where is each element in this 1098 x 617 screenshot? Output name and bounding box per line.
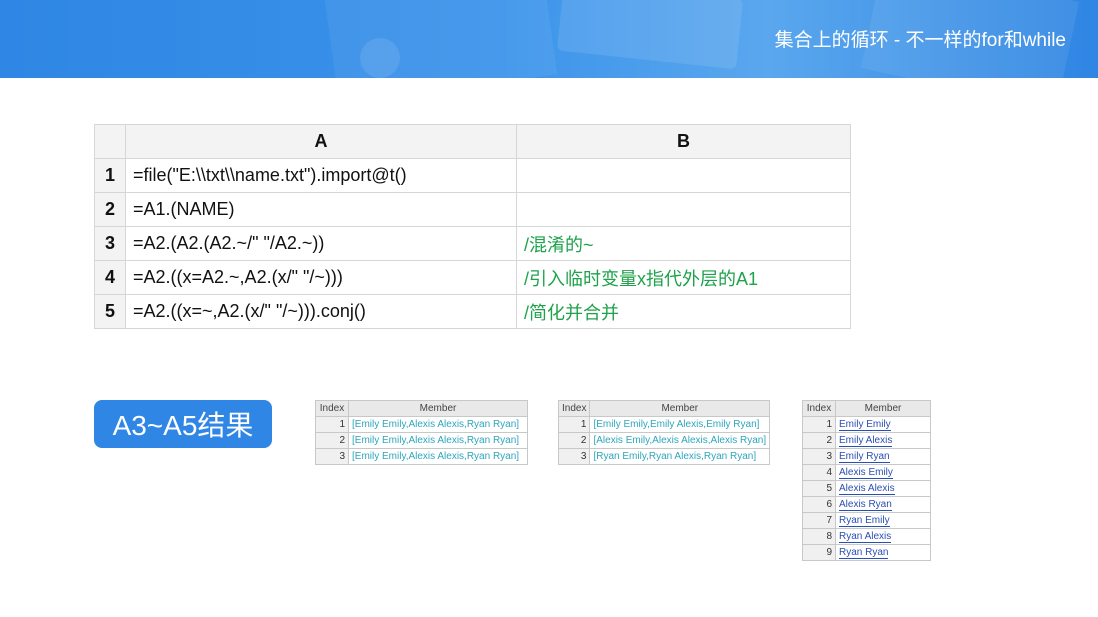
member-link[interactable]: Emily Alexis bbox=[839, 435, 893, 447]
member-link[interactable]: Ryan Ryan bbox=[839, 547, 889, 559]
index-cell: 1 bbox=[802, 416, 836, 433]
index-cell: 2 bbox=[802, 432, 836, 449]
member-link[interactable]: Ryan Alexis bbox=[839, 531, 892, 543]
member-link[interactable]: Emily Emily bbox=[839, 419, 891, 431]
table-row[interactable]: 2 [Emily Emily,Alexis Alexis,Ryan Ryan] bbox=[315, 432, 528, 449]
cell-a4[interactable]: =A2.((x=A2.~,A2.(x/" "/~))) bbox=[125, 260, 517, 295]
member-link[interactable]: Emily Ryan bbox=[839, 451, 890, 463]
table-row[interactable]: 7 Ryan Emily bbox=[802, 512, 931, 529]
cell-b5[interactable]: /简化并合并 bbox=[516, 294, 851, 329]
table-row[interactable]: 3 [Ryan Emily,Ryan Alexis,Ryan Ryan] bbox=[557, 448, 771, 465]
table-row[interactable]: 1 [Emily Emily,Alexis Alexis,Ryan Ryan] bbox=[315, 416, 528, 433]
grid-row: 4 =A2.((x=A2.~,A2.(x/" "/~))) /引入临时变量x指代… bbox=[94, 260, 851, 295]
index-header: Index bbox=[802, 400, 836, 417]
member-cell[interactable]: [Ryan Emily,Ryan Alexis,Ryan Ryan] bbox=[589, 448, 771, 465]
member-cell[interactable]: Ryan Emily bbox=[835, 512, 931, 529]
result-table-a5: Index Member 1 Emily Emily 2 Emily Alexi… bbox=[802, 400, 931, 561]
member-cell[interactable]: [Emily Emily,Alexis Alexis,Ryan Ryan] bbox=[348, 432, 528, 449]
table-row[interactable]: 2 [Alexis Emily,Alexis Alexis,Alexis Rya… bbox=[557, 432, 771, 449]
slide-title: 集合上的循环 - 不一样的for和while bbox=[774, 30, 1066, 51]
cell-b2[interactable] bbox=[516, 192, 851, 227]
banner-decoration bbox=[322, 0, 558, 78]
member-link[interactable]: Alexis Alexis bbox=[839, 483, 895, 495]
member-header: Member bbox=[589, 400, 771, 417]
member-link[interactable]: Ryan Emily bbox=[839, 515, 890, 527]
index-cell: 1 bbox=[557, 416, 591, 433]
table-row[interactable]: 2 Emily Alexis bbox=[802, 432, 931, 449]
table-row[interactable]: 3 [Emily Emily,Alexis Alexis,Ryan Ryan] bbox=[315, 448, 528, 465]
table-row[interactable]: 6 Alexis Ryan bbox=[802, 496, 931, 513]
banner-decoration bbox=[360, 38, 400, 78]
table-row[interactable]: 1 Emily Emily bbox=[802, 416, 931, 433]
table-row[interactable]: 8 Ryan Alexis bbox=[802, 528, 931, 545]
index-cell: 9 bbox=[802, 544, 836, 561]
cell-b1[interactable] bbox=[516, 158, 851, 193]
row-number[interactable]: 4 bbox=[94, 260, 126, 295]
result-table-a4: Index Member 1 [Emily Emily,Emily Alexis… bbox=[557, 400, 771, 465]
index-cell: 3 bbox=[802, 448, 836, 465]
member-link[interactable]: Alexis Ryan bbox=[839, 499, 892, 511]
member-link[interactable]: Alexis Emily bbox=[839, 467, 893, 479]
index-cell: 6 bbox=[802, 496, 836, 513]
table-row[interactable]: 3 Emily Ryan bbox=[802, 448, 931, 465]
member-cell[interactable]: Emily Ryan bbox=[835, 448, 931, 465]
member-header: Member bbox=[348, 400, 528, 417]
grid-row: 1 =file("E:\\txt\\name.txt").import@t() bbox=[94, 158, 851, 193]
cell-a2[interactable]: =A1.(NAME) bbox=[125, 192, 517, 227]
index-cell: 2 bbox=[315, 432, 349, 449]
table-row[interactable]: 1 [Emily Emily,Emily Alexis,Emily Ryan] bbox=[557, 416, 771, 433]
result-header-row: Index Member bbox=[802, 400, 931, 417]
member-cell[interactable]: Alexis Ryan bbox=[835, 496, 931, 513]
header-banner: 集合上的循环 - 不一样的for和while bbox=[0, 0, 1098, 78]
member-cell[interactable]: Emily Emily bbox=[835, 416, 931, 433]
row-number[interactable]: 3 bbox=[94, 226, 126, 261]
row-number[interactable]: 1 bbox=[94, 158, 126, 193]
banner-decoration bbox=[556, 0, 744, 70]
member-cell[interactable]: [Emily Emily,Alexis Alexis,Ryan Ryan] bbox=[348, 448, 528, 465]
result-table-a3: Index Member 1 [Emily Emily,Alexis Alexi… bbox=[315, 400, 528, 465]
cell-b3[interactable]: /混淆的~ bbox=[516, 226, 851, 261]
index-cell: 1 bbox=[315, 416, 349, 433]
grid-row: 2 =A1.(NAME) bbox=[94, 192, 851, 227]
index-cell: 3 bbox=[315, 448, 349, 465]
member-cell[interactable]: Alexis Emily bbox=[835, 464, 931, 481]
index-cell: 5 bbox=[802, 480, 836, 497]
index-cell: 4 bbox=[802, 464, 836, 481]
table-row[interactable]: 4 Alexis Emily bbox=[802, 464, 931, 481]
result-header-row: Index Member bbox=[557, 400, 771, 417]
result-badge: A3~A5结果 bbox=[94, 400, 272, 448]
grid-row: 5 =A2.((x=~,A2.(x/" "/~))).conj() /简化并合并 bbox=[94, 294, 851, 329]
member-cell[interactable]: Alexis Alexis bbox=[835, 480, 931, 497]
member-cell[interactable]: [Alexis Emily,Alexis Alexis,Alexis Ryan] bbox=[589, 432, 771, 449]
code-grid: A B 1 =file("E:\\txt\\name.txt").import@… bbox=[94, 124, 851, 329]
member-cell[interactable]: Ryan Alexis bbox=[835, 528, 931, 545]
cell-a5[interactable]: =A2.((x=~,A2.(x/" "/~))).conj() bbox=[125, 294, 517, 329]
member-cell[interactable]: Ryan Ryan bbox=[835, 544, 931, 561]
cell-a3[interactable]: =A2.(A2.(A2.~/" "/A2.~)) bbox=[125, 226, 517, 261]
index-header: Index bbox=[315, 400, 349, 417]
member-cell[interactable]: [Emily Emily,Alexis Alexis,Ryan Ryan] bbox=[348, 416, 528, 433]
cell-b4[interactable]: /引入临时变量x指代外层的A1 bbox=[516, 260, 851, 295]
table-row[interactable]: 5 Alexis Alexis bbox=[802, 480, 931, 497]
grid-corner bbox=[94, 124, 126, 159]
member-header: Member bbox=[835, 400, 931, 417]
column-header-b[interactable]: B bbox=[516, 124, 851, 159]
member-cell[interactable]: [Emily Emily,Emily Alexis,Emily Ryan] bbox=[589, 416, 771, 433]
row-number[interactable]: 5 bbox=[94, 294, 126, 329]
index-header: Index bbox=[557, 400, 591, 417]
index-cell: 8 bbox=[802, 528, 836, 545]
cell-a1[interactable]: =file("E:\\txt\\name.txt").import@t() bbox=[125, 158, 517, 193]
index-cell: 7 bbox=[802, 512, 836, 529]
index-cell: 3 bbox=[557, 448, 591, 465]
member-cell[interactable]: Emily Alexis bbox=[835, 432, 931, 449]
index-cell: 2 bbox=[557, 432, 591, 449]
column-header-a[interactable]: A bbox=[125, 124, 517, 159]
row-number[interactable]: 2 bbox=[94, 192, 126, 227]
table-row[interactable]: 9 Ryan Ryan bbox=[802, 544, 931, 561]
grid-header-row: A B bbox=[94, 124, 851, 159]
grid-row: 3 =A2.(A2.(A2.~/" "/A2.~)) /混淆的~ bbox=[94, 226, 851, 261]
result-header-row: Index Member bbox=[315, 400, 528, 417]
